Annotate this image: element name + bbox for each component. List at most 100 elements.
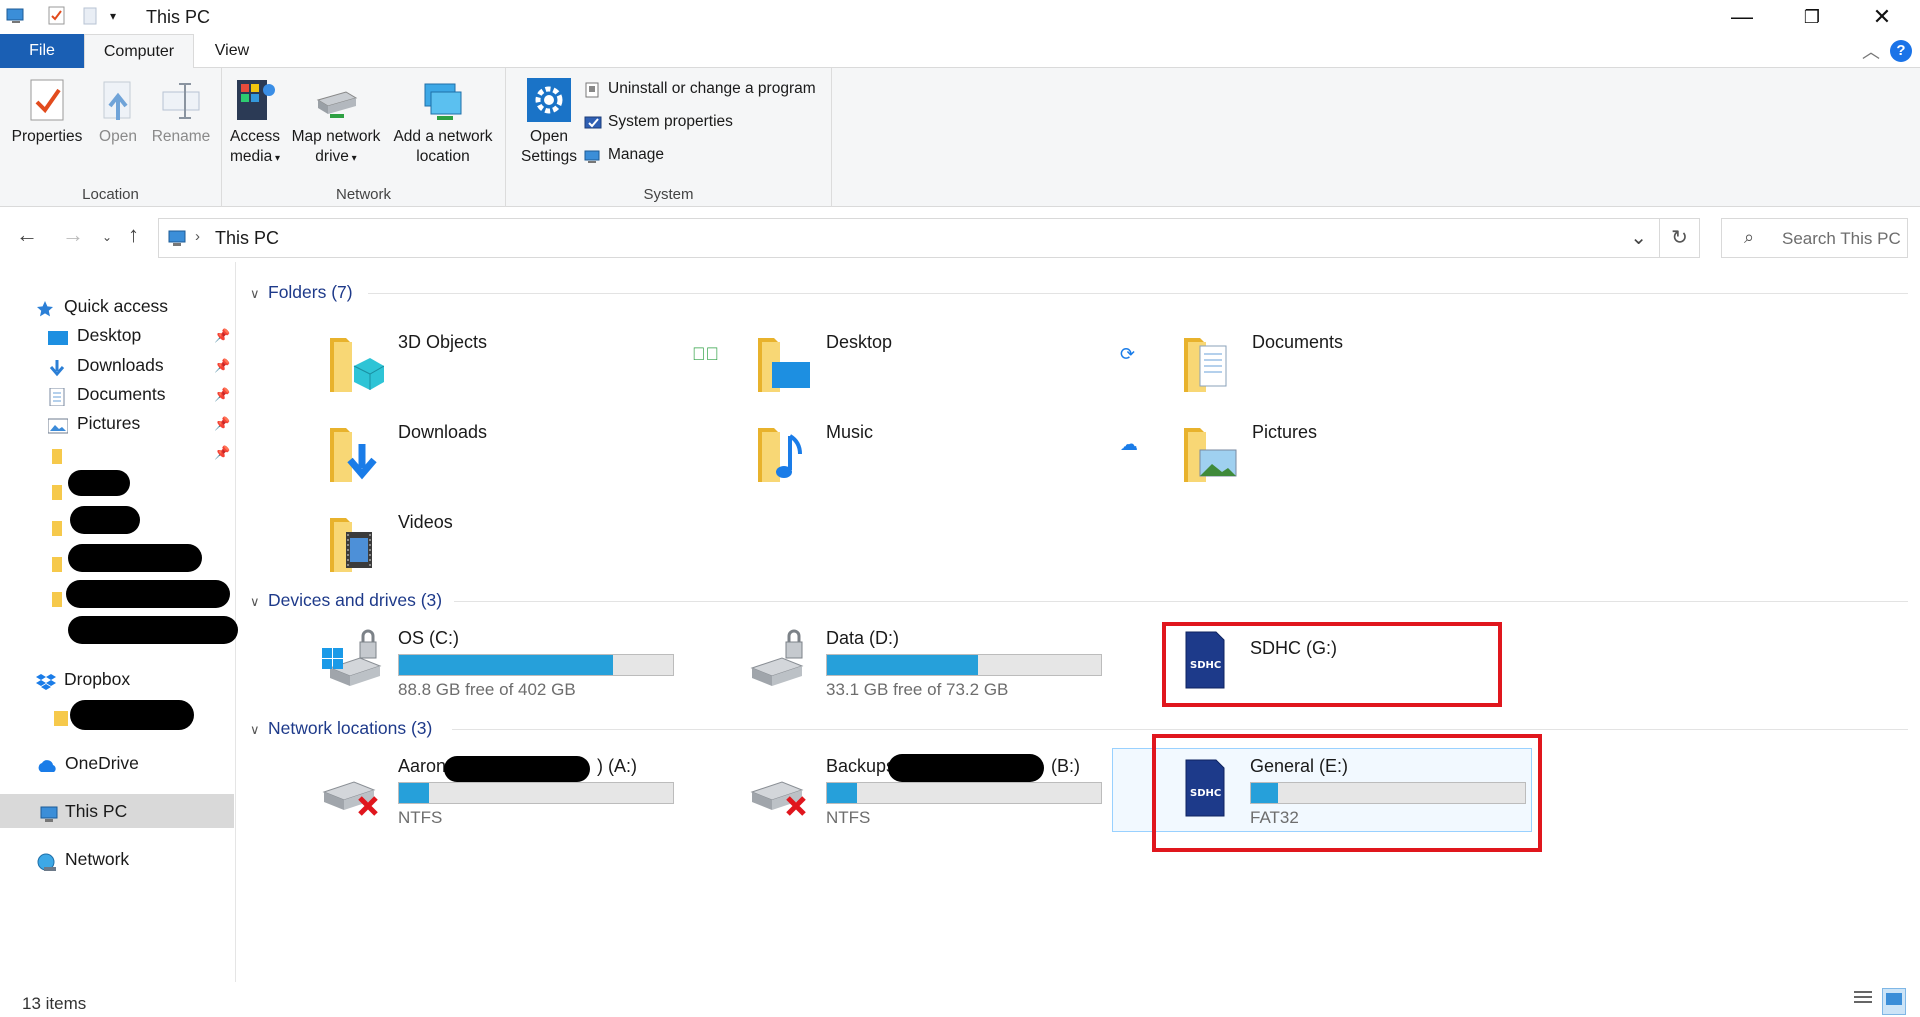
network-drive-disconnected-icon (320, 756, 384, 820)
large-icons-view-icon[interactable] (1882, 988, 1906, 1015)
chevron-down-icon: ∨ (250, 722, 260, 737)
folder-name: 3D Objects (398, 332, 488, 352)
forward-arrow-icon[interactable]: → (62, 222, 84, 248)
group-header-network-locations[interactable]: ∨ Network locations (3) (250, 718, 432, 739)
navigation-bar: ← → ⌄ ↑ › This PC ⌄ ↻ ⌕ Search This PC (0, 208, 1920, 262)
folder-videos[interactable]: Videos (328, 506, 708, 592)
drive-usage-bar (826, 654, 1102, 676)
new-folder-quick-icon[interactable] (82, 6, 102, 28)
network-icon (36, 850, 56, 871)
redaction-mark (70, 700, 194, 730)
redacted-folder-item[interactable] (52, 474, 62, 504)
details-view-icon[interactable] (1852, 988, 1874, 1013)
drive-c[interactable]: OS (C:) 88.8 GB free of 402 GB (320, 624, 720, 714)
add-network-location-button[interactable]: Add a network location (388, 76, 498, 167)
drive-d[interactable]: Data (D:) 33.1 GB free of 73.2 GB (748, 624, 1148, 714)
redacted-dropbox-item[interactable] (54, 700, 68, 730)
redacted-folder-item[interactable] (52, 581, 62, 611)
properties-button[interactable]: Properties (8, 76, 86, 147)
nav-downloads[interactable]: Downloads (48, 350, 164, 380)
tab-computer[interactable]: Computer (84, 34, 194, 69)
system-properties-button[interactable]: System properties (582, 109, 733, 135)
pictures-folder-icon (1182, 422, 1238, 484)
ribbon-group-label-location: Location (82, 186, 139, 203)
desktop-folder-icon (756, 332, 812, 394)
nav-quick-access[interactable]: Quick access (36, 291, 168, 321)
refresh-icon[interactable]: ↻ (1660, 218, 1700, 258)
open-settings-button[interactable]: Open Settings (512, 76, 586, 167)
redacted-folder-item[interactable] (52, 510, 62, 540)
drive-usage-fill (827, 783, 858, 803)
drive-usage-bar (398, 782, 674, 804)
pin-icon[interactable]: 📌 (214, 328, 230, 344)
window-title: This PC (146, 7, 211, 27)
pin-icon[interactable]: 📌 (214, 358, 230, 374)
folder-downloads[interactable]: Downloads (328, 416, 708, 502)
drive-usage-fill (399, 655, 613, 675)
close-button[interactable]: ✕ (1852, 0, 1912, 34)
pin-icon[interactable]: 📌 (214, 445, 230, 461)
folder-3d-objects[interactable]: 3D Objects (328, 326, 708, 412)
breadcrumb-this-pc[interactable]: This PC (215, 228, 279, 249)
open-settings-label: Open Settings (520, 128, 577, 165)
folder-name: Desktop (826, 332, 893, 352)
maximize-button[interactable]: ❐ (1782, 0, 1842, 34)
tab-file[interactable]: File (0, 34, 84, 68)
access-media-button[interactable]: Access media ▾ (228, 76, 282, 169)
search-icon: ⌕ (1744, 227, 1755, 247)
nav-documents[interactable]: Documents (48, 379, 166, 409)
pin-icon[interactable]: 📌 (214, 387, 230, 403)
chevron-down-icon: ∨ (250, 594, 260, 609)
cloud-status-icon: ☁ (1120, 434, 1138, 454)
drive-file-system: NTFS (398, 808, 443, 827)
map-network-drive-button[interactable]: Map network drive ▾ (288, 76, 384, 169)
uninstall-program-button[interactable]: Uninstall or change a program (582, 76, 816, 102)
open-button[interactable]: Open (90, 76, 146, 147)
up-arrow-icon[interactable]: ↑ (128, 222, 139, 248)
nav-desktop[interactable]: Desktop (48, 320, 141, 350)
nav-dropbox[interactable]: Dropbox (36, 664, 130, 694)
nav-network[interactable]: Network (36, 844, 129, 874)
manage-button[interactable]: Manage (582, 142, 664, 168)
group-network-label: Network locations (3) (268, 718, 433, 738)
nav-this-pc[interactable]: This PC (40, 796, 127, 826)
search-input[interactable]: ⌕ Search This PC (1721, 218, 1908, 258)
properties-quick-icon[interactable] (48, 6, 68, 28)
drive-name: OS (C:) (398, 628, 459, 648)
cloud-icon (36, 754, 56, 772)
pin-icon[interactable]: 📌 (214, 416, 230, 432)
folder-desktop[interactable]: Desktop (756, 326, 1136, 412)
group-header-devices[interactable]: ∨ Devices and drives (3) (250, 590, 442, 611)
address-bar[interactable]: › This PC ⌄ (158, 218, 1660, 258)
downloads-folder-icon (328, 422, 384, 484)
folder-documents[interactable]: Documents (1182, 326, 1562, 412)
folder-music[interactable]: Music (756, 416, 1136, 502)
rename-label: Rename (151, 128, 211, 145)
folder-pictures[interactable]: Pictures (1182, 416, 1562, 502)
rename-button[interactable]: Rename (148, 76, 214, 147)
recent-locations-chevron-icon[interactable]: ⌄ (102, 230, 112, 244)
group-header-folders[interactable]: ∨ Folders (7) (250, 282, 353, 303)
nav-onedrive[interactable]: OneDrive (36, 748, 139, 778)
customize-quick-access-dropdown[interactable]: ▾ (110, 9, 130, 31)
redacted-folder-item[interactable] (52, 438, 62, 468)
minimize-button[interactable]: — (1712, 0, 1772, 34)
sync-pending-icon: ⟳ (1120, 344, 1136, 364)
redacted-folder-item[interactable] (52, 546, 62, 576)
breadcrumb-separator-icon[interactable]: › (195, 228, 200, 245)
settings-gear-icon (527, 76, 571, 124)
highlight-box (1162, 622, 1502, 707)
this-pc-breadcrumb-icon (167, 229, 189, 254)
nav-pictures[interactable]: Pictures (47, 408, 140, 438)
back-arrow-icon[interactable]: ← (16, 222, 38, 248)
music-folder-icon (756, 422, 812, 484)
address-dropdown-chevron-icon[interactable]: ⌄ (1630, 225, 1647, 250)
tab-view[interactable]: View (194, 34, 270, 68)
folder-icon (52, 444, 70, 464)
network-drive-b[interactable]: Backups (B:) NTFS (748, 752, 1148, 842)
collapse-ribbon-icon[interactable]: ︿ (1862, 38, 1880, 64)
help-icon[interactable]: ? (1890, 40, 1912, 62)
status-bar: 13 items (0, 982, 1920, 1017)
drive-usage-bar (826, 782, 1102, 804)
network-drive-a[interactable]: Aaron () (A:) NTFS (320, 752, 720, 842)
